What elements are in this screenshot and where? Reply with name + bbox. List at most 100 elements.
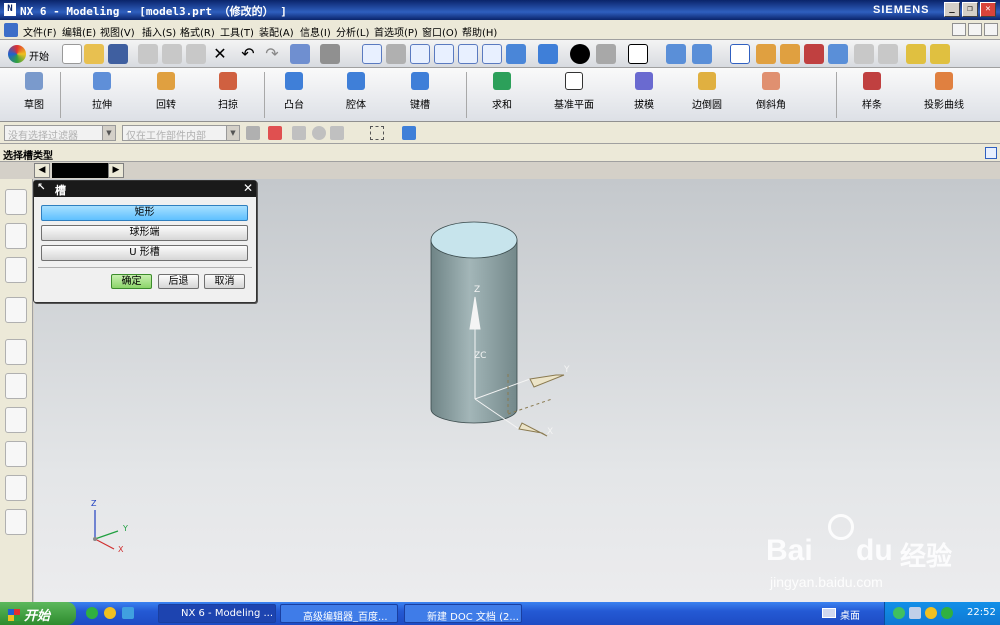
- measure-angle-icon[interactable]: [930, 44, 950, 64]
- tab-scroll-right-button[interactable]: ▶: [108, 163, 124, 178]
- menu-view[interactable]: 视图(V): [100, 24, 135, 39]
- tray-volume-icon[interactable]: [909, 607, 921, 619]
- zoom-icon[interactable]: [410, 44, 430, 64]
- constraint-navigator-icon[interactable]: [5, 223, 27, 249]
- menu-information[interactable]: 信息(I): [300, 24, 331, 39]
- menu-format[interactable]: 格式(R): [180, 24, 215, 39]
- history-icon[interactable]: [5, 339, 27, 365]
- desktop-label[interactable]: 桌面: [840, 607, 860, 622]
- cut-icon[interactable]: [138, 44, 158, 64]
- part-navigator-icon[interactable]: [5, 257, 27, 283]
- wcs-icon[interactable]: [730, 44, 750, 64]
- maximize-button[interactable]: ❐: [962, 2, 978, 17]
- render-style-icon[interactable]: [570, 44, 590, 64]
- dialog-close-button[interactable]: ✕: [243, 181, 253, 195]
- taskbar-item-editor[interactable]: 高级编辑器_百度...: [280, 604, 398, 623]
- dialog-title-bar[interactable]: ↖ 槽 ✕: [34, 181, 256, 197]
- tray-network-icon[interactable]: [893, 607, 905, 619]
- menu-preferences[interactable]: 首选项(P): [374, 24, 418, 39]
- chain-icon[interactable]: [330, 126, 344, 140]
- sketch-button[interactable]: 草图: [24, 72, 44, 111]
- start-menu-icon[interactable]: [8, 45, 26, 63]
- shaded-view-icon[interactable]: [538, 44, 558, 64]
- tab-scroll-left-button[interactable]: ◀: [34, 163, 50, 178]
- copy-icon[interactable]: [162, 44, 182, 64]
- face-rule-icon[interactable]: [312, 126, 326, 140]
- measure-distance-icon[interactable]: [906, 44, 926, 64]
- zoom-window-icon[interactable]: [386, 44, 406, 64]
- u-slot-option[interactable]: U 形槽: [41, 245, 248, 261]
- menu-window[interactable]: 窗口(O): [422, 24, 458, 39]
- taskbar-item-doc[interactable]: 新建 DOC 文档 (2...: [404, 604, 522, 623]
- redo-icon[interactable]: ↷: [262, 44, 282, 64]
- tray-ime-icon[interactable]: [941, 607, 953, 619]
- menu-analysis[interactable]: 分析(L): [336, 24, 369, 39]
- open-icon[interactable]: [84, 44, 104, 64]
- rotate-icon[interactable]: [458, 44, 478, 64]
- rectangular-slot-option[interactable]: 矩形: [41, 205, 248, 221]
- assembly-navigator-icon[interactable]: [5, 189, 27, 215]
- snap-center-icon[interactable]: [828, 44, 848, 64]
- quicklaunch-ie-icon[interactable]: [86, 607, 98, 619]
- start-button[interactable]: 开始: [0, 602, 76, 625]
- tray-security-icon[interactable]: [925, 607, 937, 619]
- back-button[interactable]: 后退: [158, 274, 199, 289]
- snap-end-icon[interactable]: [804, 44, 824, 64]
- pan-icon[interactable]: [482, 44, 502, 64]
- menu-insert[interactable]: 插入(S): [142, 24, 176, 39]
- pocket-button[interactable]: 腔体: [346, 72, 366, 111]
- cue-settings-icon[interactable]: [985, 147, 997, 159]
- menu-file[interactable]: 文件(F): [23, 24, 57, 39]
- general-selection-icon[interactable]: [246, 126, 260, 140]
- project-curve-button[interactable]: 投影曲线: [924, 72, 964, 111]
- background-icon[interactable]: [596, 44, 616, 64]
- layer-icon[interactable]: [666, 44, 686, 64]
- move-layer-icon[interactable]: [692, 44, 712, 64]
- minimize-button[interactable]: _: [944, 2, 960, 17]
- selection-scope-combo[interactable]: 仅在工作部件内部 ▼: [122, 125, 240, 141]
- roles-icon[interactable]: [5, 475, 27, 501]
- ok-button[interactable]: 确定: [111, 274, 152, 289]
- ball-end-slot-option[interactable]: 球形端: [41, 225, 248, 241]
- quicklaunch-browser-icon[interactable]: [104, 607, 116, 619]
- menu-tools[interactable]: 工具(T): [220, 24, 254, 39]
- revolve-button[interactable]: 回转: [156, 72, 176, 111]
- unite-button[interactable]: 求和: [492, 72, 512, 111]
- undo-icon[interactable]: ↶: [238, 44, 258, 64]
- sweep-button[interactable]: 扫掠: [218, 72, 238, 111]
- web-browser-icon[interactable]: [5, 297, 27, 323]
- solid-body-icon[interactable]: [402, 126, 416, 140]
- edge-blend-button[interactable]: 边倒圆: [692, 72, 722, 111]
- palette-icon[interactable]: [5, 509, 27, 535]
- curve-rule-icon[interactable]: [292, 126, 306, 140]
- doc-restore-button[interactable]: [968, 23, 982, 36]
- process-studio-icon[interactable]: [5, 441, 27, 467]
- menu-assemblies[interactable]: 装配(A): [259, 24, 294, 39]
- doc-minimize-button[interactable]: [952, 23, 966, 36]
- chamfer-button[interactable]: 倒斜角: [756, 72, 786, 111]
- white-background-icon[interactable]: [628, 44, 648, 64]
- extrude-button[interactable]: 拉伸: [92, 72, 112, 111]
- taskbar-item-nx[interactable]: NX 6 - Modeling ...: [158, 604, 276, 623]
- delete-icon[interactable]: ✕: [210, 44, 230, 64]
- perspective-icon[interactable]: [506, 44, 526, 64]
- select-icon[interactable]: [854, 44, 874, 64]
- information-icon[interactable]: [290, 44, 310, 64]
- type-filter-combo[interactable]: 没有选择过滤器 ▼: [4, 125, 116, 141]
- menu-edit[interactable]: 编辑(E): [62, 24, 96, 39]
- system-materials-icon[interactable]: [5, 407, 27, 433]
- close-button[interactable]: ✕: [980, 2, 996, 17]
- snap-selection-icon[interactable]: [268, 126, 282, 140]
- glasses-icon[interactable]: [320, 44, 340, 64]
- menu-help[interactable]: 帮助(H): [462, 24, 497, 39]
- reuse-library-icon[interactable]: [5, 373, 27, 399]
- draft-button[interactable]: 拔模: [634, 72, 654, 111]
- start-dropdown[interactable]: 开始: [29, 48, 49, 63]
- quicklaunch-app-icon[interactable]: [122, 607, 134, 619]
- boss-button[interactable]: 凸台: [284, 72, 304, 111]
- box-select-icon[interactable]: [370, 126, 384, 140]
- doc-close-button[interactable]: [984, 23, 998, 36]
- new-icon[interactable]: [62, 44, 82, 64]
- snap-point-icon[interactable]: [780, 44, 800, 64]
- snap-icon[interactable]: [756, 44, 776, 64]
